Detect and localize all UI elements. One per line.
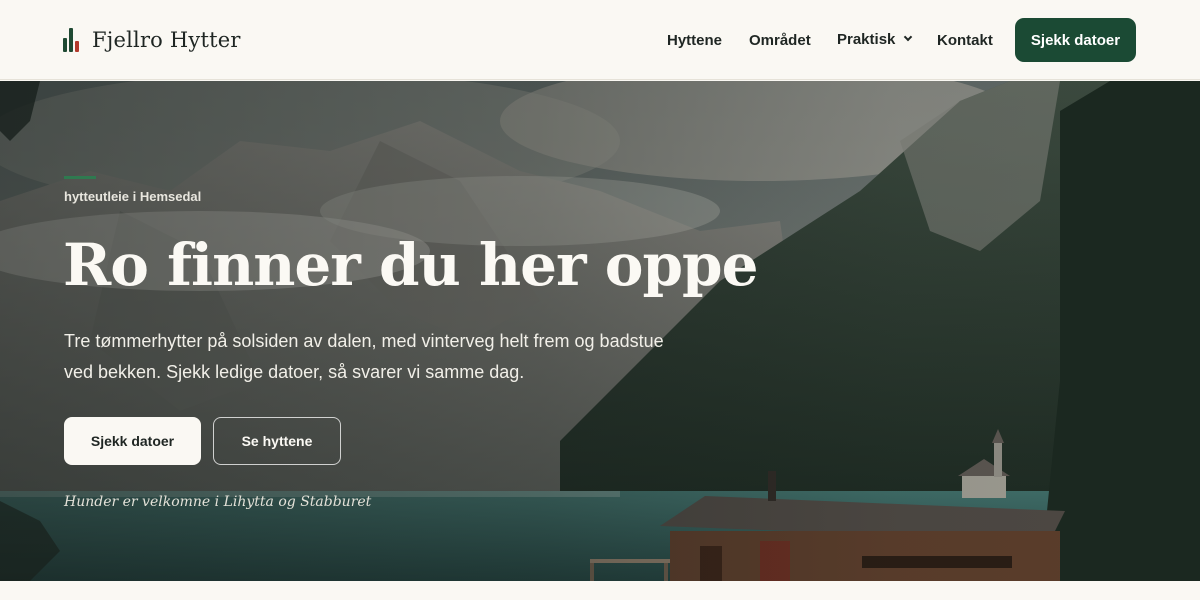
nav-link-kontakt[interactable]: Kontakt [937,0,993,80]
hero-lead: Tre tømmerhytter på solsiden av dalen, m… [64,331,664,382]
chevron-down-icon [904,32,913,42]
bar-chart-logo-icon [63,28,79,52]
hero-eyebrow: hytteutleie i Hemsedal [64,189,202,204]
nav-link-praktisk-label: Praktisk [837,30,896,48]
nav-link-omradet[interactable]: Området [749,0,811,80]
hero-dogs-note: Hunder er velkomne i Lihytta og Stabbure… [64,494,372,510]
hero-section: hytteutleie i Hemsedal Ro finner du her … [0,81,1200,581]
eyebrow-accent-line [64,176,96,179]
hero-see-cabins-button[interactable]: Se hyttene [213,417,341,465]
site-header: Fjellro Hytter Hyttene Området Praktisk … [0,0,1200,80]
hero-title: Ro finner du her oppe [63,231,758,299]
hero-check-dates-button[interactable]: Sjekk datoer [64,417,201,465]
page-below-hero [0,581,1200,600]
brand-logo[interactable]: Fjellro Hytter [63,27,241,53]
nav-link-hyttene[interactable]: Hyttene [667,0,722,80]
header-check-dates-button[interactable]: Sjekk datoer [1015,18,1136,62]
nav-link-praktisk[interactable]: Praktisk [837,0,913,79]
brand-name: Fjellro Hytter [92,28,241,52]
